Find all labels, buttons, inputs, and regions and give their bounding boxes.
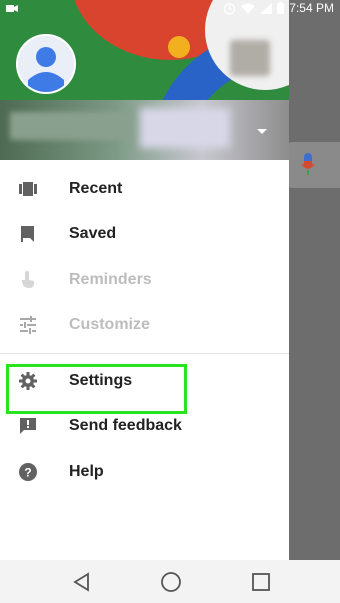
drawer-menu: Recent Saved Reminders Customize Setting… xyxy=(0,166,289,495)
account-dropdown-icon[interactable] xyxy=(255,124,269,138)
menu-item-reminders: Reminders xyxy=(0,257,289,303)
mic-icon xyxy=(301,153,315,175)
status-time: 7:54 PM xyxy=(289,1,334,15)
signal-icon xyxy=(260,2,273,14)
menu-item-recent[interactable]: Recent xyxy=(0,166,289,212)
home-button[interactable] xyxy=(159,570,183,594)
menu-label-recent: Recent xyxy=(69,179,123,197)
menu-item-customize: Customize xyxy=(0,303,289,349)
menu-label-reminders: Reminders xyxy=(69,270,152,288)
recents-button[interactable] xyxy=(249,570,273,594)
menu-item-saved[interactable]: Saved xyxy=(0,212,289,258)
menu-label-send-feedback: Send feedback xyxy=(69,417,182,435)
system-nav-bar xyxy=(0,560,340,603)
navigation-drawer: Recent Saved Reminders Customize Setting… xyxy=(0,0,289,560)
menu-label-saved: Saved xyxy=(69,225,117,243)
home-icon xyxy=(161,572,181,592)
recent-icon xyxy=(16,177,40,201)
video-icon xyxy=(6,4,18,12)
bookmark-icon xyxy=(16,222,40,246)
help-icon: ? xyxy=(16,460,40,484)
reminder-icon xyxy=(16,268,40,292)
menu-item-help[interactable]: ? Help xyxy=(0,449,289,495)
alarm-icon xyxy=(224,2,236,15)
drawer-header xyxy=(0,0,289,160)
person-icon xyxy=(28,47,64,92)
status-bar: 7:54 PM xyxy=(0,0,340,16)
menu-label-help: Help xyxy=(69,462,104,480)
back-icon xyxy=(73,572,89,592)
battery-icon xyxy=(277,2,285,14)
settings-highlight-box xyxy=(6,364,187,414)
menu-divider xyxy=(0,353,289,354)
wifi-icon xyxy=(241,3,256,14)
recents-icon xyxy=(252,573,270,591)
feedback-icon xyxy=(16,414,40,438)
menu-label-customize: Customize xyxy=(69,316,150,334)
back-button[interactable] xyxy=(70,570,94,594)
svg-text:?: ? xyxy=(24,465,31,479)
avatar[interactable] xyxy=(16,34,76,94)
tune-icon xyxy=(16,313,40,337)
